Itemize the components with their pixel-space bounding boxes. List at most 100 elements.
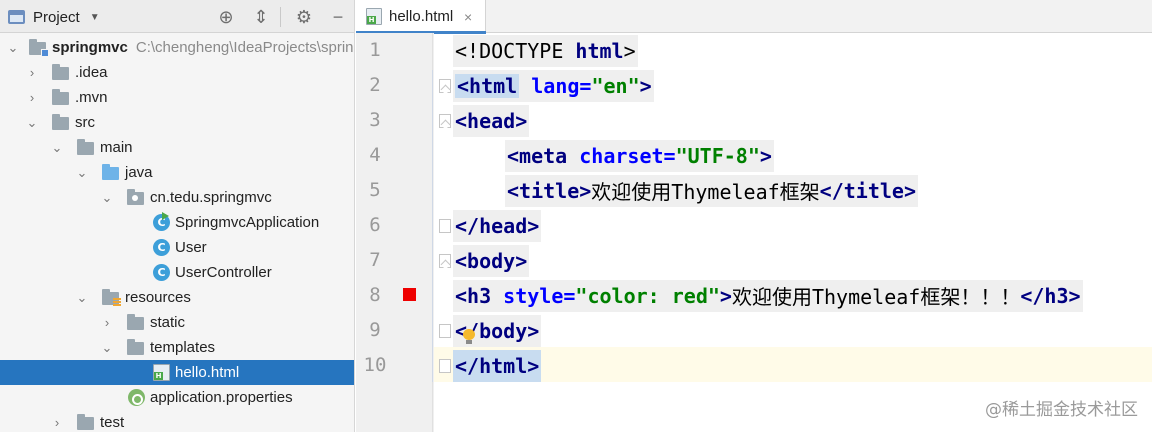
chevron-right-icon[interactable]: ›	[50, 410, 64, 432]
tree-item-label: cn.tedu.springmvc	[150, 189, 272, 206]
tab-label: hello.html	[389, 8, 454, 25]
chevron-right-icon[interactable]: ›	[25, 85, 39, 110]
tree-item-usercontroller[interactable]: C UserController	[0, 260, 354, 285]
fold-end-icon[interactable]	[439, 219, 451, 233]
crosshair-icon[interactable]: ⊕	[215, 6, 237, 28]
chevron-down-icon[interactable]: ⌄	[100, 185, 114, 210]
line-number: 8	[369, 284, 381, 306]
code-line-6[interactable]: </head>	[453, 208, 542, 243]
tree-item-user[interactable]: C User	[0, 235, 354, 260]
source-folder-icon	[102, 164, 119, 180]
line-number-gutter: 1 2 3 4 5 6 7 8 9 10	[356, 33, 434, 432]
chevron-down-icon[interactable]: ⌄	[25, 110, 39, 135]
chevron-down-icon[interactable]: ⌄	[50, 135, 64, 160]
watermark: @稀土掘金技术社区	[985, 400, 1138, 420]
chevron-right-icon[interactable]: ›	[100, 310, 114, 335]
chevron-down-icon[interactable]: ⌄	[75, 285, 89, 310]
current-line-highlight	[434, 347, 1152, 382]
tree-item-label: springmvc C:\chengheng\IdeaProjects\sprin…	[52, 39, 354, 56]
project-panel-title: Project	[33, 8, 80, 26]
fold-end-icon[interactable]	[439, 359, 451, 373]
package-icon	[127, 189, 144, 205]
folder-icon	[52, 114, 69, 130]
line-number: 2	[369, 74, 381, 96]
tree-item-resources[interactable]: ⌄ resources	[0, 285, 354, 310]
code-line-3[interactable]: <head>	[453, 103, 530, 138]
tree-item-label: User	[175, 239, 207, 256]
folder-icon	[77, 139, 94, 155]
tree-item-label: resources	[125, 289, 191, 306]
minimize-icon[interactable]: −	[327, 6, 349, 28]
tree-item-main[interactable]: ⌄ main	[0, 135, 354, 160]
code-line-10[interactable]: </html>	[453, 348, 542, 383]
project-window-icon	[8, 10, 25, 24]
tree-item-label: java	[125, 164, 153, 181]
lightbulb-icon[interactable]	[463, 329, 475, 344]
line-number: 7	[369, 249, 381, 271]
code-line-5[interactable]: <title> 欢迎使用Thymeleaf框架 </title>	[505, 173, 918, 208]
editor-tab-bar: hello.html ×	[356, 0, 1152, 34]
tree-item-idea[interactable]: › .idea	[0, 60, 354, 85]
breakpoint-icon[interactable]	[403, 288, 416, 301]
line-number: 5	[369, 179, 381, 201]
fold-end-icon[interactable]	[439, 324, 451, 338]
chevron-right-icon[interactable]: ›	[25, 60, 39, 85]
project-panel-header: Project ▼ ⊕ ⇕ ⚙ −	[0, 0, 354, 33]
chevron-down-icon[interactable]: ⌄	[75, 160, 89, 185]
fold-collapse-icon[interactable]	[439, 79, 451, 93]
tree-item-label: .mvn	[75, 89, 108, 106]
line-number: 9	[369, 319, 381, 341]
tree-item-test[interactable]: › test	[0, 410, 354, 432]
tree-item-label: application.properties	[150, 389, 293, 406]
line-number: 3	[369, 109, 381, 131]
gear-icon[interactable]: ⚙	[293, 6, 315, 28]
tree-item-static[interactable]: › static	[0, 310, 354, 335]
close-icon[interactable]: ×	[464, 9, 472, 25]
chevron-down-icon[interactable]: ⌄	[6, 35, 20, 60]
tree-item-label: test	[100, 414, 125, 431]
tree-item-src[interactable]: ⌄ src	[0, 110, 354, 135]
resources-folder-icon	[102, 289, 121, 307]
tree-item-label: SpringmvcApplication	[175, 214, 320, 231]
tree-item-package[interactable]: ⌄ cn.tedu.springmvc	[0, 185, 354, 210]
properties-file-icon	[128, 389, 145, 406]
module-folder-icon	[29, 39, 49, 57]
tree-item-springmvcapplication[interactable]: C SpringmvcApplication	[0, 210, 354, 235]
code-editor: hello.html × 1 2 3 4 5 6 7 8 9 10 <!DOCT…	[356, 0, 1152, 432]
spring-boot-class-icon: C	[153, 212, 170, 231]
tree-item-label: .idea	[75, 64, 108, 81]
tree-item-label: hello.html	[175, 364, 240, 381]
code-line-4[interactable]: <meta charset= "UTF-8" >	[505, 138, 774, 173]
code-line-7[interactable]: <body>	[453, 243, 530, 278]
line-number: 6	[369, 214, 381, 236]
fold-collapse-icon[interactable]	[439, 254, 451, 268]
fold-guide	[432, 70, 433, 382]
html-file-icon	[366, 8, 382, 25]
tree-item-label: src	[75, 114, 95, 131]
fold-collapse-icon[interactable]	[439, 114, 451, 128]
folder-icon	[77, 414, 94, 430]
project-tool-window: Project ▼ ⊕ ⇕ ⚙ − ⌄ springmvc C:\chenghen…	[0, 0, 355, 432]
tree-item-label: static	[150, 314, 186, 331]
folder-icon	[52, 89, 69, 105]
code-line-8[interactable]: <h3 style= "color: red" > 欢迎使用Thymeleaf框架！！…	[453, 278, 1083, 313]
html-file-icon	[153, 364, 170, 381]
tree-item-mvn[interactable]: › .mvn	[0, 85, 354, 110]
tree-item-springmvc[interactable]: ⌄ springmvc C:\chengheng\IdeaProjects\spr…	[0, 35, 354, 60]
line-number: 1	[369, 39, 381, 61]
class-icon: C	[153, 264, 170, 281]
tab-hello-html[interactable]: hello.html ×	[356, 0, 486, 34]
code-line-1[interactable]: <!DOCTYPE html >	[453, 33, 638, 68]
folder-icon	[127, 339, 144, 355]
project-view-selector[interactable]: Project ▼	[8, 6, 100, 28]
collapse-all-icon[interactable]: ⇕	[250, 6, 272, 28]
folder-icon	[52, 64, 69, 80]
tree-item-application-properties[interactable]: application.properties	[0, 385, 354, 410]
tree-item-java[interactable]: ⌄ java	[0, 160, 354, 185]
tree-item-hello-html[interactable]: hello.html	[0, 360, 354, 385]
line-number: 10	[363, 354, 387, 376]
code-line-2[interactable]: <html lang= "en" >	[453, 68, 654, 103]
chevron-down-icon[interactable]: ⌄	[100, 335, 114, 360]
folder-icon	[127, 314, 144, 330]
tree-item-templates[interactable]: ⌄ templates	[0, 335, 354, 360]
